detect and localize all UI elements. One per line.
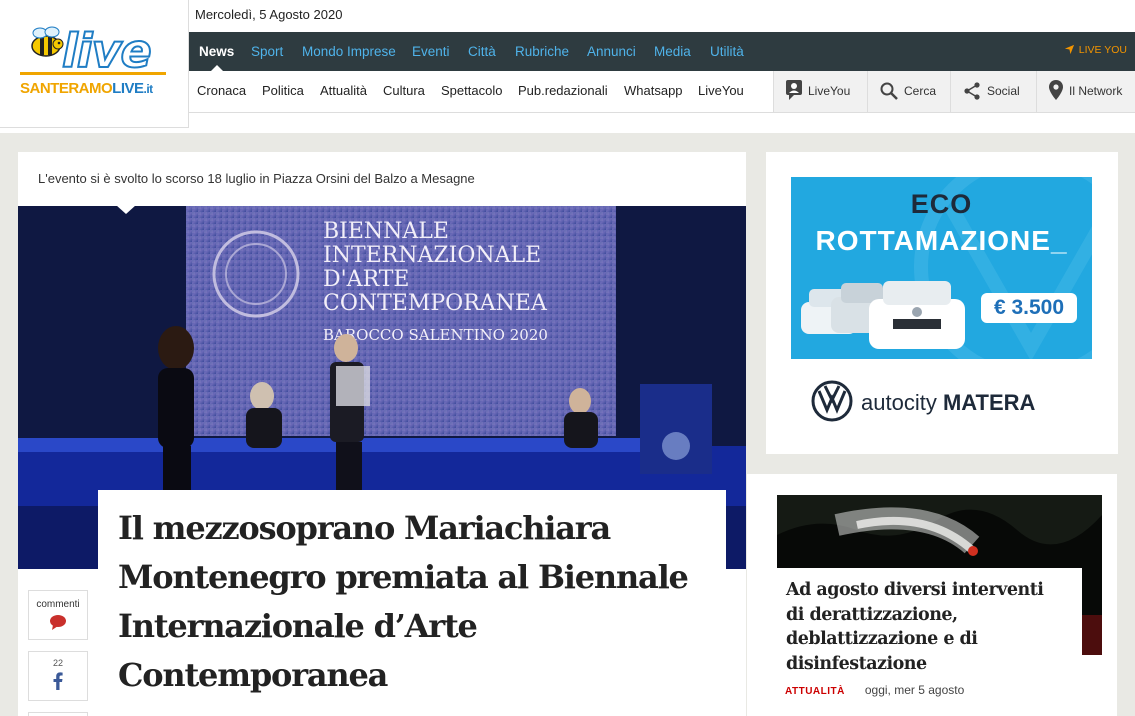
logo-live-text: live (61, 23, 153, 79)
ad-dealer: autocity MATERA (811, 380, 1035, 422)
site-logo[interactable]: live SANTERAMOLIVE.it (0, 0, 189, 128)
tool-network[interactable]: Il Network (1036, 71, 1135, 112)
liveyou-chat-icon (786, 80, 802, 100)
nav-attualita[interactable]: Attualità (320, 71, 367, 113)
nav-politica[interactable]: Politica (262, 71, 304, 113)
tool-social[interactable]: Social (950, 71, 1036, 112)
more-share-button[interactable] (28, 712, 88, 716)
share-icon (964, 82, 980, 100)
nav-citta[interactable]: Città (468, 32, 496, 71)
secondary-nav: Cronaca Politica Attualità Cultura Spett… (189, 71, 1135, 113)
related-news-card[interactable]: Ad agosto diversi interventi di derattiz… (747, 474, 1117, 716)
screen-text-3: D'ARTE (323, 267, 410, 292)
nav-mondo-imprese[interactable]: Mondo Imprese (302, 32, 396, 71)
facebook-icon (53, 672, 63, 690)
sidebar-ad[interactable]: ECO ROTTAMAZIONE_ € 3.500 autocity MATER… (766, 152, 1118, 454)
screen-text-2: INTERNAZIONALE (323, 243, 541, 268)
facebook-share-button[interactable]: 22 (28, 651, 88, 701)
related-news-title[interactable]: Ad agosto diversi interventi di derattiz… (786, 578, 1059, 676)
tool-search[interactable]: Cerca (867, 71, 950, 112)
search-icon (880, 82, 898, 100)
live-you-link[interactable]: LIVE YOU (1064, 44, 1127, 56)
nav-rubriche[interactable]: Rubriche (515, 32, 569, 71)
site-header: live SANTERAMOLIVE.it Mercoledì, 5 Agost… (0, 0, 1135, 133)
ad-headline-1: ECO (910, 189, 973, 219)
article-title[interactable]: Il mezzosoprano Mariachiara Montenegro p… (118, 504, 706, 700)
logo-underline (20, 72, 166, 75)
tool-liveyou[interactable]: LiveYou (773, 71, 867, 112)
location-arrow-icon (1064, 44, 1074, 55)
nav-liveyou[interactable]: LiveYou (698, 71, 744, 113)
nav-utilita[interactable]: Utilità (710, 32, 744, 71)
primary-nav: News Sport Mondo Imprese Eventi Città Ru… (189, 32, 1135, 71)
nav-spettacolo[interactable]: Spettacolo (441, 71, 502, 113)
screen-text-1: BIENNALE (323, 219, 449, 244)
map-pin-icon (1049, 80, 1063, 100)
facebook-share-count: 22 (52, 658, 63, 668)
header-tools: LiveYou Cerca Social Il Network (773, 71, 1135, 112)
comment-bubble-icon (50, 615, 66, 630)
caption-notch (116, 206, 136, 214)
nav-sport[interactable]: Sport (251, 32, 283, 71)
related-news-category[interactable]: ATTUALITÀ (785, 686, 845, 697)
current-date: Mercoledì, 5 Agosto 2020 (195, 7, 343, 22)
related-news-time: oggi, mer 5 agosto (864, 683, 965, 697)
screen-text-5: BAROCCO SALENTINO 2020 (323, 326, 548, 344)
ad-headline-2: ROTTAMAZIONE_ (815, 225, 1068, 256)
nav-annunci[interactable]: Annunci (587, 32, 636, 71)
nav-cultura[interactable]: Cultura (383, 71, 425, 113)
nav-media[interactable]: Media (654, 32, 691, 71)
nav-pub-redazionali[interactable]: Pub.redazionali (518, 71, 608, 113)
ad-price-badge: € 3.500 (981, 293, 1077, 323)
nav-whatsapp[interactable]: Whatsapp (624, 71, 683, 113)
nav-cronaca[interactable]: Cronaca (197, 71, 246, 113)
logo-wordmark: SANTERAMOLIVE.it (20, 80, 153, 97)
article-caption: L'evento si è svolto lo scorso 18 luglio… (38, 171, 475, 186)
ad-banner[interactable]: ECO ROTTAMAZIONE_ € 3.500 (791, 177, 1092, 359)
screen-text-4: CONTEMPORANEA (323, 291, 548, 316)
vw-logo-icon (811, 380, 853, 422)
comments-button[interactable]: commenti (28, 590, 88, 640)
comments-label: commenti (36, 599, 80, 610)
article-title-box: Il mezzosoprano Mariachiara Montenegro p… (98, 490, 726, 716)
related-news-meta: ATTUALITÀ oggi, mer 5 agosto (785, 683, 964, 697)
nav-eventi[interactable]: Eventi (412, 32, 450, 71)
featured-article: L'evento si è svolto lo scorso 18 luglio… (18, 152, 746, 716)
